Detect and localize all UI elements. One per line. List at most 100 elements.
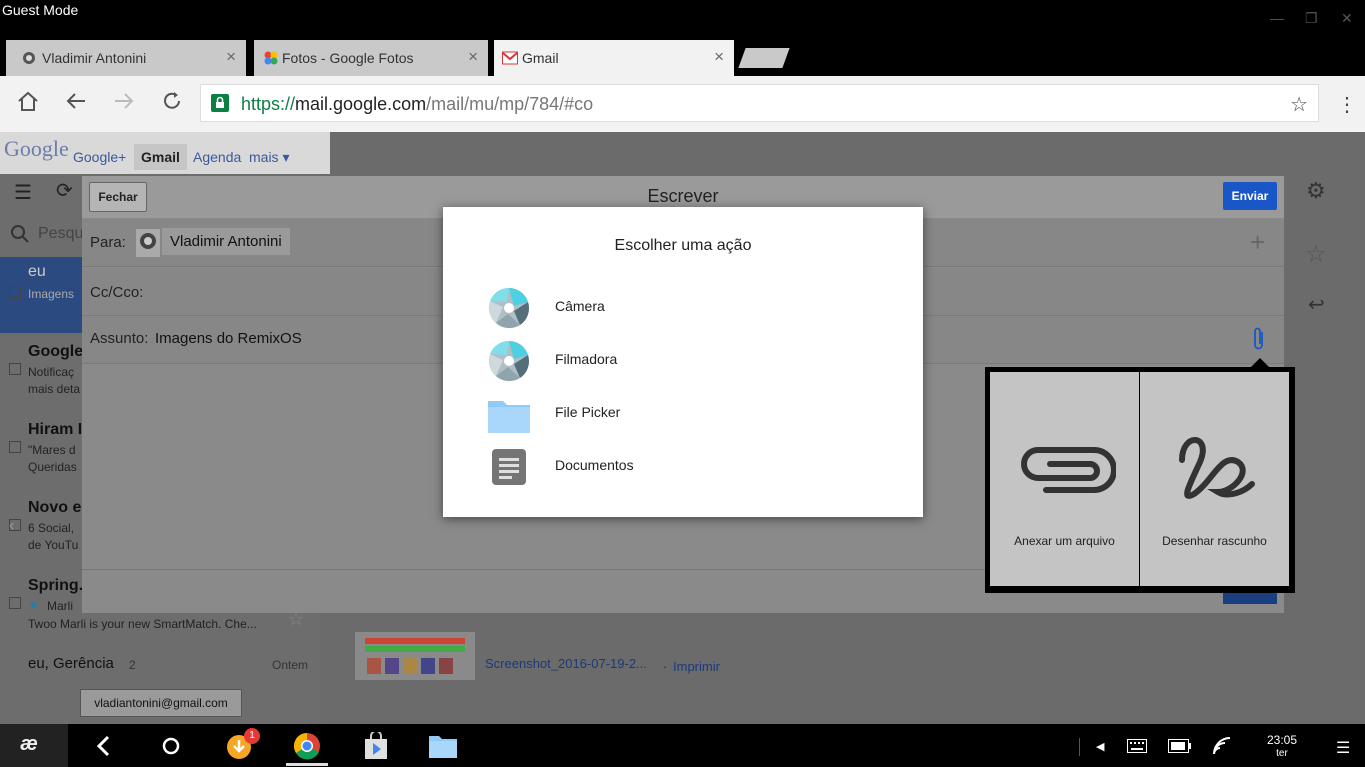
chrome-icon[interactable] — [293, 732, 321, 760]
checkbox[interactable] — [9, 287, 21, 299]
tray-expand-icon[interactable]: ◀ — [1096, 740, 1104, 753]
back-nav-icon[interactable] — [92, 732, 120, 760]
close-compose-button[interactable]: Fechar — [89, 182, 147, 212]
cc-label: Cc/Cco: — [90, 284, 144, 301]
keyboard-icon[interactable] — [1127, 739, 1147, 758]
menu-dots-icon[interactable]: ⋮ — [1337, 92, 1357, 117]
dialog-title: Escolher uma ação — [614, 237, 752, 254]
mail-snippet: Imagens — [28, 287, 75, 301]
lock-icon — [211, 94, 229, 117]
tab-label: Fotos - Google Fotos — [282, 50, 414, 66]
tab-fotos[interactable]: Fotos - Google Fotos × — [254, 40, 488, 76]
heart-icon: ♥ — [30, 598, 38, 612]
hamburger-menu-icon[interactable]: ☰ — [14, 180, 32, 205]
gbar-googleplus[interactable]: Google+ — [73, 149, 126, 165]
settings-gear-icon[interactable]: ⚙ — [1306, 178, 1326, 204]
paperclip-icon[interactable] — [1250, 326, 1268, 357]
mail-subject: 6 Social, — [28, 521, 75, 535]
action-label: File Picker — [555, 404, 621, 420]
profile-favicon-icon — [22, 51, 36, 65]
attachment-thumbnail[interactable] — [355, 632, 475, 680]
action-label: Filmadora — [555, 351, 618, 367]
tab-vladimir[interactable]: Vladimir Antonini × — [6, 40, 246, 76]
action-label: Documentos — [555, 457, 634, 473]
reload-icon[interactable] — [161, 90, 183, 118]
account-chip[interactable]: vladiantonini@gmail.com — [80, 689, 242, 717]
mail-from: Google — [28, 343, 84, 360]
checkbox[interactable] — [9, 363, 21, 375]
checkbox[interactable] — [9, 441, 21, 453]
new-tab-button[interactable] — [738, 48, 790, 68]
battery-icon — [1168, 739, 1192, 758]
mail-snippet: Twoo Marli is your new SmartMatch. Che..… — [28, 617, 257, 631]
draw-sketch-button[interactable]: Desenhar rascunho — [1140, 372, 1289, 586]
mail-subject: Marli — [47, 599, 73, 613]
action-file-picker[interactable]: File Picker — [480, 388, 900, 438]
bookmark-star-icon[interactable]: ☆ — [1290, 92, 1308, 117]
mail-from: Novo e — [28, 499, 82, 516]
to-label: Para: — [90, 234, 126, 251]
google-logo[interactable]: Google — [4, 136, 69, 162]
send-button[interactable]: Enviar — [1223, 182, 1277, 210]
action-documentos[interactable]: Documentos — [480, 441, 900, 491]
notifications-icon[interactable]: ☰ — [1336, 738, 1350, 758]
wifi-icon[interactable] — [1213, 737, 1231, 760]
forward-icon[interactable] — [113, 90, 135, 118]
active-app-indicator — [286, 763, 328, 766]
tab-close-icon[interactable]: × — [468, 47, 478, 67]
restore-icon[interactable]: ❐ — [1305, 10, 1318, 27]
tab-gmail[interactable]: Gmail × — [494, 40, 734, 76]
folder-icon — [488, 393, 530, 433]
minimize-icon[interactable]: — — [1270, 10, 1284, 26]
guest-mode-label: Guest Mode — [2, 2, 79, 18]
action-label: Câmera — [555, 298, 605, 314]
gmail-favicon-icon — [502, 51, 518, 65]
clock-day: ter — [1276, 748, 1288, 759]
close-window-icon[interactable]: ✕ — [1341, 10, 1353, 27]
title-bar — [0, 0, 1365, 40]
url-scheme: https:// — [241, 94, 296, 114]
url-host: mail.google.com — [295, 94, 427, 114]
mail-subject: Notificaç — [28, 365, 75, 379]
camera-aperture-icon — [488, 287, 530, 329]
clock-time[interactable]: 23:05 — [1258, 733, 1306, 747]
mail-subject: "Mares d — [28, 443, 76, 457]
gbar-gmail[interactable]: Gmail — [134, 144, 187, 170]
action-camera[interactable]: Câmera — [480, 282, 900, 332]
thread-count: 2 — [129, 658, 136, 672]
mail-from: eu — [28, 263, 46, 280]
attachment-print-link[interactable]: Imprimir — [673, 659, 720, 674]
action-filmadora[interactable]: Filmadora — [480, 335, 900, 385]
mail-snippet: mais deta — [28, 382, 81, 396]
camera-aperture-icon — [488, 340, 530, 382]
gbar-agenda[interactable]: Agenda — [193, 149, 241, 165]
tab-label: Vladimir Antonini — [42, 50, 147, 66]
home-icon[interactable] — [17, 90, 39, 118]
attachment-filename[interactable]: Screenshot_2016-07-19-2... — [485, 656, 647, 671]
remix-start-button[interactable]: æ — [0, 724, 68, 767]
tab-close-icon[interactable]: × — [714, 47, 724, 67]
play-store-icon[interactable] — [362, 730, 390, 760]
tab-label: Gmail — [522, 50, 559, 66]
back-icon[interactable] — [65, 90, 87, 118]
tab-close-icon[interactable]: × — [226, 47, 236, 67]
add-recipient-icon[interactable]: + — [1250, 227, 1265, 258]
mail-date: Ontem — [272, 658, 309, 672]
home-circle-icon[interactable] — [160, 732, 188, 760]
attach-file-button[interactable]: Anexar um arquivo — [990, 372, 1139, 586]
address-bar[interactable]: https://mail.google.com/mail/mu/mp/784/#… — [200, 84, 1319, 122]
reply-icon[interactable]: ↩ — [1308, 292, 1325, 317]
gbar-more[interactable]: mais ▾ — [249, 149, 289, 166]
remix-logo-icon: æ — [20, 733, 38, 755]
file-manager-icon[interactable] — [429, 732, 457, 760]
refresh-icon[interactable]: ⟳ — [56, 178, 73, 203]
scribble-icon — [1172, 432, 1262, 517]
subject-value: Imagens do RemixOS — [155, 330, 302, 347]
chevron-left-icon[interactable]: ‹ — [9, 517, 14, 535]
compose-title: Escrever — [647, 186, 719, 206]
checkbox[interactable] — [9, 597, 21, 609]
star-icon[interactable]: ☆ — [1305, 240, 1327, 269]
google-bar: Google Google+ Gmail Agenda mais ▾ — [0, 132, 330, 174]
recipient-chip[interactable]: Vladimir Antonini — [162, 228, 290, 255]
paperclip-icon — [1016, 442, 1117, 503]
